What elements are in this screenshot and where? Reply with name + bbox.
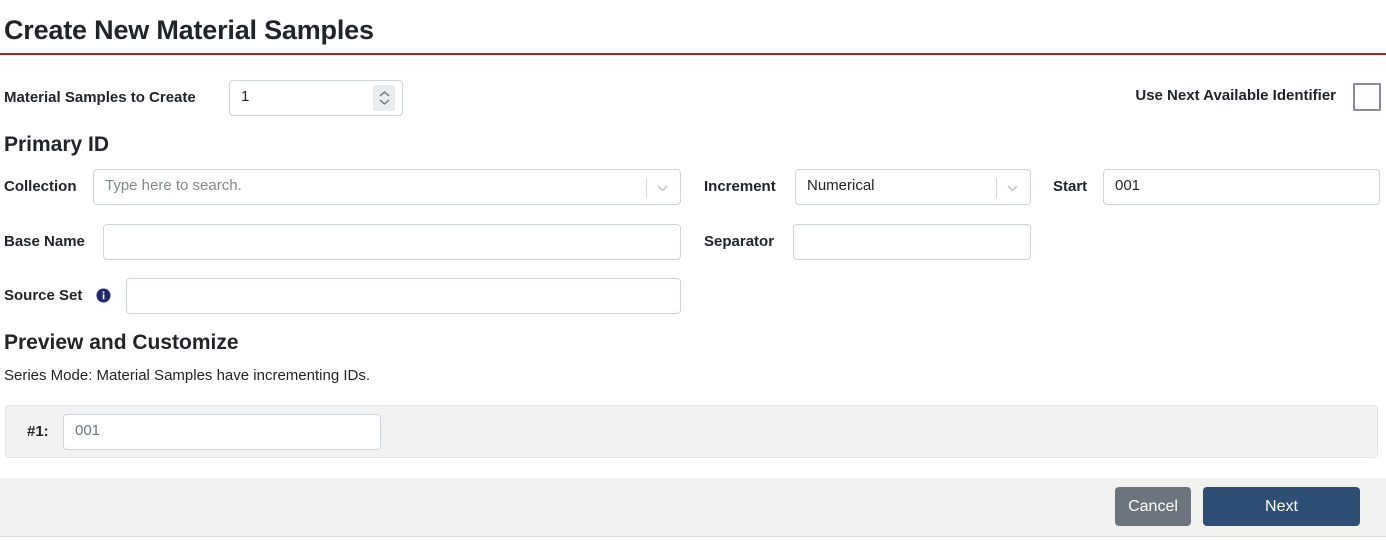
chevron-down-icon[interactable] [655,181,670,196]
info-icon[interactable] [96,288,111,303]
footer-bar: Cancel Next [0,477,1386,537]
cancel-button[interactable]: Cancel [1115,487,1191,526]
series-mode-note: Series Mode: Material Samples have incre… [4,367,370,384]
collection-placeholder: Type here to search. [105,177,242,194]
primary-id-heading: Primary ID [4,133,110,156]
preview-row-label: #1: [27,423,49,440]
start-input[interactable]: 001 [1103,169,1380,205]
preview-panel: #1: 001 [5,405,1378,458]
separator-input[interactable] [793,224,1031,260]
increment-label: Increment [704,178,776,195]
increment-separator-line [996,178,997,198]
next-button[interactable]: Next [1203,487,1360,526]
source-set-input[interactable] [126,278,681,314]
number-spinner-icon[interactable] [373,85,395,111]
increment-value: Numerical [807,177,875,194]
collection-label: Collection [4,178,77,195]
samples-to-create-input[interactable]: 1 [229,80,403,116]
title-divider [0,53,1386,55]
use-next-available-identifier-checkbox[interactable] [1353,83,1381,111]
base-name-label: Base Name [4,233,85,250]
use-next-available-identifier-label: Use Next Available Identifier [1135,87,1336,104]
preview-row-input[interactable]: 001 [63,414,381,450]
samples-to-create-value: 1 [241,88,250,105]
collection-separator-line [646,178,647,198]
increment-select[interactable]: Numerical [795,169,1031,205]
source-set-label: Source Set [4,287,83,304]
create-material-samples-page: Create New Material Samples Material Sam… [0,0,1386,540]
separator-label: Separator [704,233,775,250]
chevron-down-icon[interactable] [1005,181,1020,196]
start-value: 001 [1115,177,1141,194]
samples-to-create-label: Material Samples to Create [4,89,196,106]
page-title: Create New Material Samples [4,15,374,45]
base-name-input[interactable] [103,224,681,260]
preview-and-customize-heading: Preview and Customize [4,331,239,354]
collection-select[interactable]: Type here to search. [93,169,681,205]
preview-row-value: 001 [75,422,101,439]
start-label: Start [1053,178,1088,195]
